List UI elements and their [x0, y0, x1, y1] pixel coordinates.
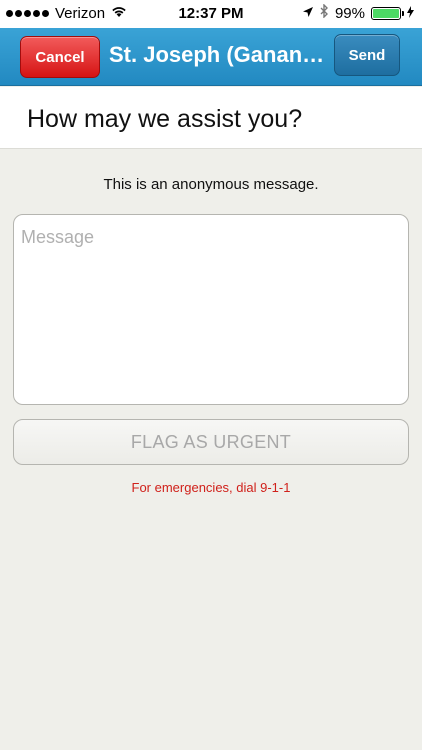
battery-percent: 99% [334, 4, 365, 22]
navigation-bar: Cancel St. Joseph (Gananoque) Send [0, 28, 422, 86]
send-button[interactable]: Send [334, 34, 400, 76]
page-title: How may we assist you? [27, 105, 303, 133]
emergency-note: For emergencies, dial 9-1-1 [131, 480, 291, 495]
status-right: 99% [302, 3, 414, 22]
nav-title: St. Joseph (Gananoque) [109, 42, 325, 67]
location-arrow-icon [302, 5, 314, 22]
message-input[interactable] [14, 215, 408, 404]
flag-urgent-button[interactable]: FLAG AS URGENT [13, 419, 409, 465]
heading-panel: How may we assist you? [0, 87, 422, 149]
charging-bolt-icon [407, 5, 414, 22]
anonymous-note: This is an anonymous message. [103, 176, 319, 193]
bluetooth-icon [320, 3, 329, 22]
status-bar: Verizon 12:37 PM 99% [0, 0, 422, 28]
cancel-button[interactable]: Cancel [20, 36, 100, 78]
message-box [13, 214, 409, 405]
battery-icon [371, 6, 404, 20]
